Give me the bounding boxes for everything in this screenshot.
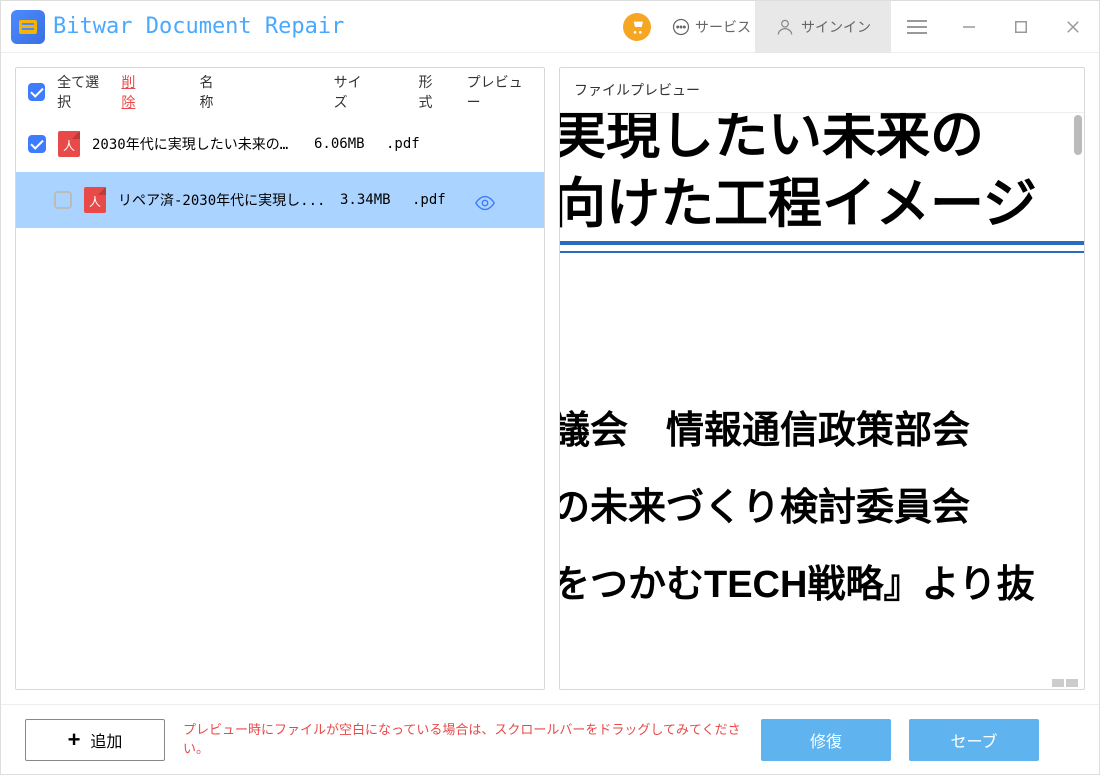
signin-label: サインイン [801, 17, 871, 37]
file-format: .pdf [412, 192, 462, 208]
col-preview: プレビュー [467, 72, 532, 112]
doc-heading-2: 向けた工程イメージ [560, 172, 1084, 237]
file-size: 6.06MB [314, 136, 374, 152]
service-button[interactable]: サービス [671, 17, 751, 37]
horizontal-scrollbar[interactable] [1052, 679, 1082, 687]
cart-icon [629, 19, 645, 35]
col-name: 名称 [200, 72, 226, 112]
col-size: サイズ [334, 72, 373, 112]
hamburger-icon [907, 20, 927, 34]
plus-icon: + [68, 727, 81, 753]
footer: + 追加 プレビュー時にファイルが空白になっている場合は、スクロールバーをドラッ… [1, 704, 1099, 774]
doc-text-1: 議会 情報通信政策部会 [560, 403, 1084, 460]
preview-title: ファイルプレビュー [560, 68, 1084, 112]
repair-button[interactable]: 修復 [761, 719, 891, 761]
title-bar: Bitwar Document Repair サービス サインイン [1, 1, 1099, 53]
document-content: 実現したい未来の 向けた工程イメージ 議会 情報通信政策部会 の未来づくり検討委… [560, 112, 1084, 614]
doc-heading-1: 実現したい未来の [560, 112, 1084, 168]
file-name: リペア済-2030年代に実現し... [118, 190, 328, 210]
file-name: 2030年代に実現したい未来の姿... [92, 134, 302, 154]
file-checkbox[interactable] [28, 135, 46, 153]
divider-thin [560, 251, 1084, 253]
file-checkbox[interactable] [54, 191, 72, 209]
cart-button[interactable] [623, 13, 651, 41]
file-row[interactable]: 2030年代に実現したい未来の姿... 6.06MB .pdf [16, 116, 544, 172]
menu-button[interactable] [891, 1, 943, 53]
vertical-scrollbar[interactable] [1074, 115, 1082, 155]
preview-body[interactable]: 実現したい未来の 向けた工程イメージ 議会 情報通信政策部会 の未来づくり検討委… [560, 112, 1084, 689]
pdf-icon [84, 187, 106, 213]
file-format: .pdf [386, 136, 436, 152]
file-row[interactable]: リペア済-2030年代に実現し... 3.34MB .pdf [16, 172, 544, 228]
col-format: 形式 [419, 72, 445, 112]
user-icon [775, 17, 795, 37]
doc-text-2: の未来づくり検討委員会 [560, 480, 1084, 537]
minimize-icon [960, 18, 978, 36]
maximize-button[interactable] [995, 1, 1047, 53]
add-button[interactable]: + 追加 [25, 719, 165, 761]
app-title: Bitwar Document Repair [53, 14, 344, 39]
main-area: 全て選択 削除 名称 サイズ 形式 プレビュー 2030年代に実現したい未来の姿… [1, 53, 1099, 704]
close-icon [1064, 18, 1082, 36]
signin-button[interactable]: サインイン [755, 1, 891, 53]
divider-thick [560, 241, 1084, 245]
add-label: 追加 [90, 728, 122, 752]
minimize-button[interactable] [943, 1, 995, 53]
file-size: 3.34MB [340, 192, 400, 208]
preview-panel: ファイルプレビュー 実現したい未来の 向けた工程イメージ 議会 情報通信政策部会… [559, 67, 1085, 690]
pdf-icon [58, 131, 80, 157]
doc-text-3: をつかむTECH戦略』より抜 [560, 557, 1084, 614]
chat-icon [671, 17, 691, 37]
list-header: 全て選択 削除 名称 サイズ 形式 プレビュー [16, 68, 544, 116]
file-list-panel: 全て選択 削除 名称 サイズ 形式 プレビュー 2030年代に実現したい未来の姿… [15, 67, 545, 690]
maximize-icon [1012, 18, 1030, 36]
preview-eye-button[interactable] [474, 192, 496, 208]
select-all-label: 全て選択 [57, 72, 109, 112]
service-label: サービス [695, 17, 751, 37]
close-button[interactable] [1047, 1, 1099, 53]
select-all-checkbox[interactable] [28, 83, 45, 101]
save-button[interactable]: セーブ [909, 719, 1039, 761]
file-list: 2030年代に実現したい未来の姿...6.06MB.pdfリペア済-2030年代… [16, 116, 544, 689]
app-logo-icon [11, 10, 45, 44]
delete-link[interactable]: 削除 [121, 72, 147, 112]
scroll-right-icon [1066, 679, 1078, 687]
scroll-left-icon [1052, 679, 1064, 687]
hint-text: プレビュー時にファイルが空白になっている場合は、スクロールバーをドラッグしてみて… [183, 721, 743, 757]
